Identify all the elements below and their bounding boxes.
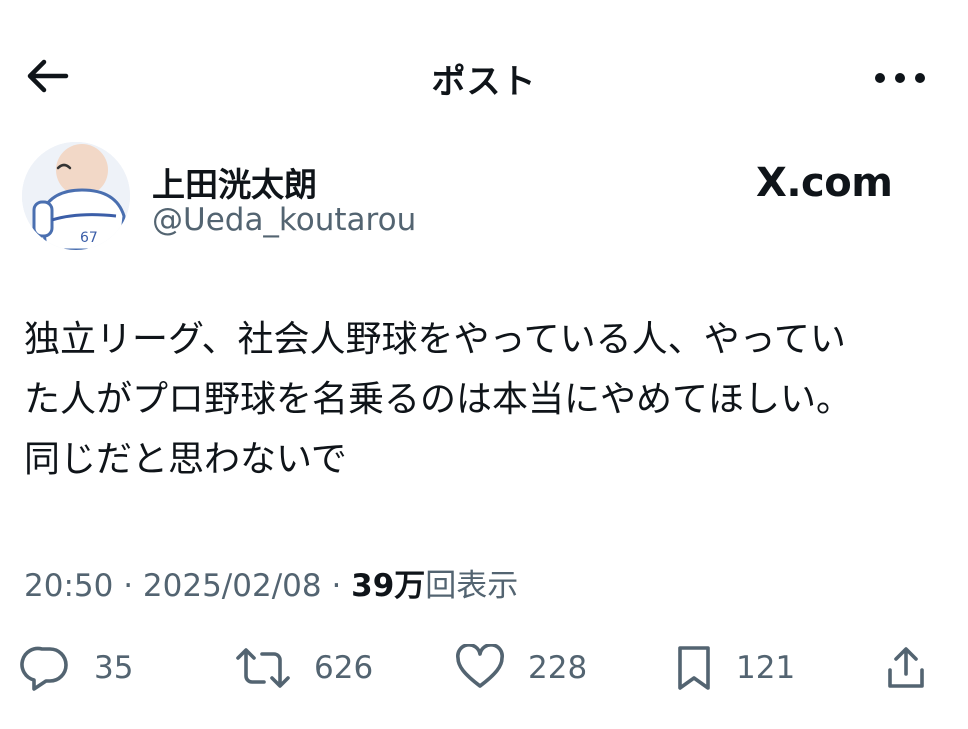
views-count: 39万 bbox=[351, 568, 426, 604]
avatar[interactable]: 67 bbox=[22, 142, 130, 250]
post-text: 独立リーグ、社会人野球をやっている人、やってい た人がプロ野球を名乗るのは本当に… bbox=[24, 319, 853, 480]
post-date: 2025/02/08 bbox=[142, 568, 322, 604]
share-icon bbox=[884, 644, 928, 692]
bookmark-count: 121 bbox=[736, 650, 796, 686]
bookmark-button[interactable]: 121 bbox=[674, 640, 795, 696]
more-options-button[interactable] bbox=[868, 56, 932, 100]
like-count: 228 bbox=[528, 650, 588, 686]
author-display-name[interactable]: 上田洸太朗 bbox=[152, 158, 317, 206]
share-button[interactable] bbox=[884, 640, 928, 696]
views-label: 回表示 bbox=[425, 568, 519, 604]
more-horizontal-icon bbox=[874, 72, 926, 84]
reply-count: 35 bbox=[94, 650, 134, 686]
heart-icon bbox=[454, 644, 506, 692]
repost-count: 626 bbox=[314, 650, 374, 686]
meta-separator: · bbox=[113, 568, 143, 604]
author-handle[interactable]: @Ueda_koutarou bbox=[152, 202, 416, 238]
bookmark-icon bbox=[674, 644, 714, 692]
post-time: 20:50 bbox=[24, 568, 114, 604]
x-com-watermark: X.com bbox=[756, 160, 893, 206]
page-title: ポスト bbox=[431, 62, 537, 102]
post-meta: 20:50 · 2025/02/08 · 39万回表示 bbox=[24, 560, 518, 605]
repost-icon bbox=[234, 644, 292, 692]
repost-button[interactable]: 626 bbox=[234, 640, 373, 696]
meta-separator: · bbox=[321, 568, 352, 604]
views-link[interactable]: 39万回表示 bbox=[351, 568, 518, 604]
svg-text:67: 67 bbox=[80, 230, 98, 246]
reply-icon bbox=[20, 643, 72, 693]
like-button[interactable]: 228 bbox=[454, 640, 587, 696]
reply-button[interactable]: 35 bbox=[20, 640, 133, 696]
